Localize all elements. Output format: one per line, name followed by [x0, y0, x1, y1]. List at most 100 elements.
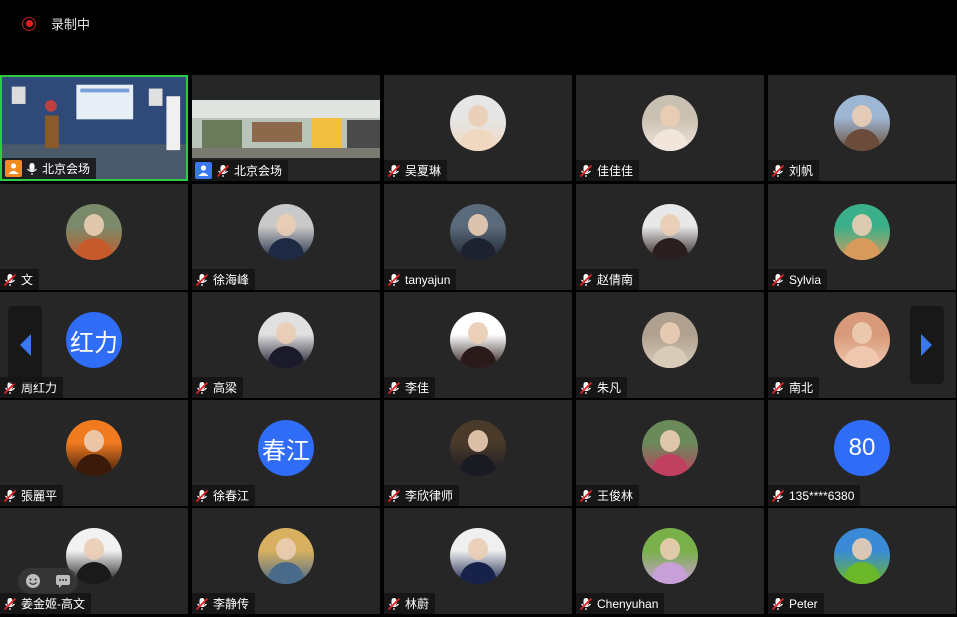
participant-name-tag: 北京会场: [192, 160, 289, 181]
avatar-body: [460, 562, 496, 584]
person-icon: [5, 160, 22, 177]
avatar-body: [652, 346, 688, 368]
muted-mic-icon: [387, 273, 401, 286]
avatar-initials: 80: [834, 420, 890, 476]
avatar-figure: [660, 105, 680, 127]
participant-name-tag: Sylvia: [768, 269, 828, 290]
participant-tile[interactable]: 吴夏琳: [384, 75, 572, 181]
participant-name: 李欣律师: [405, 489, 454, 503]
avatar-figure: [468, 105, 488, 127]
avatar-body: [652, 454, 688, 476]
participant-name: 徐海峰: [213, 273, 250, 287]
participant-tile[interactable]: 80 135****6380: [768, 400, 956, 506]
avatar: [834, 312, 890, 368]
avatar-figure: [660, 538, 680, 560]
participant-name: 林蔚: [405, 597, 430, 611]
emoji-icon[interactable]: [25, 573, 41, 589]
participant-tile[interactable]: 刘帆: [768, 75, 956, 181]
muted-mic-icon: [771, 164, 785, 177]
avatar-body: [76, 562, 112, 584]
participant-name-tag: 赵倩南: [576, 269, 640, 290]
avatar-figure: [660, 214, 680, 236]
chevron-right-icon: [921, 334, 932, 356]
avatar-initials: 春江: [258, 420, 314, 476]
participant-name: tanyajun: [405, 272, 451, 287]
muted-mic-icon: [771, 273, 785, 286]
avatar-figure: [852, 105, 872, 127]
participant-name-tag: 文: [0, 269, 40, 290]
participant-tile[interactable]: 李佳: [384, 292, 572, 398]
avatar: [450, 204, 506, 260]
top-bar: 录制中: [0, 0, 957, 75]
chat-icon[interactable]: [55, 573, 71, 589]
avatar-initials: 红力: [66, 312, 122, 368]
avatar-body: [844, 129, 880, 151]
participant-tile[interactable]: Peter: [768, 508, 956, 614]
muted-mic-icon: [771, 489, 785, 502]
next-page-button[interactable]: [910, 306, 944, 384]
previous-page-button[interactable]: [8, 306, 42, 384]
avatar: [642, 312, 698, 368]
participant-tile[interactable]: 文: [0, 184, 188, 290]
participant-tile[interactable]: 北京会场: [0, 75, 188, 181]
reaction-bar: [18, 568, 78, 594]
participant-name-tag: 吴夏琳: [384, 160, 448, 181]
participant-tile[interactable]: tanyajun: [384, 184, 572, 290]
participant-name-tag: 姜金姬-高文: [0, 593, 91, 614]
avatar: [258, 528, 314, 584]
participant-name-tag: 王俊林: [576, 485, 640, 506]
muted-mic-icon: [3, 273, 17, 286]
participant-tile[interactable]: 春江 徐春江: [192, 400, 380, 506]
avatar-figure: [276, 322, 296, 344]
participant-tile[interactable]: 張麗平: [0, 400, 188, 506]
avatar-body: [460, 129, 496, 151]
avatar-body: [268, 346, 304, 368]
avatar-body: [460, 346, 496, 368]
participant-name: 姜金姬-高文: [21, 597, 85, 611]
avatar-figure: [660, 322, 680, 344]
muted-mic-icon: [195, 273, 209, 286]
participant-tile[interactable]: 王俊林: [576, 400, 764, 506]
avatar-figure: [660, 430, 680, 452]
participant-name: Peter: [789, 596, 818, 611]
participant-name: 李静传: [213, 597, 250, 611]
avatar-body: [76, 238, 112, 260]
participant-tile[interactable]: 李欣律师: [384, 400, 572, 506]
muted-mic-icon: [3, 597, 17, 610]
participant-tile[interactable]: 李静传: [192, 508, 380, 614]
avatar-body: [844, 562, 880, 584]
office-room-video: [192, 100, 380, 158]
participant-name-tag: 135****6380: [768, 485, 861, 506]
avatar-body: [652, 562, 688, 584]
participant-tile[interactable]: 姜金姬-高文: [0, 508, 188, 614]
participant-tile[interactable]: 佳佳佳: [576, 75, 764, 181]
participant-name-tag: 李佳: [384, 377, 436, 398]
muted-mic-icon: [195, 489, 209, 502]
participant-name-tag: 刘帆: [768, 160, 820, 181]
avatar-figure: [468, 430, 488, 452]
avatar-body: [652, 129, 688, 151]
participant-tile[interactable]: 赵倩南: [576, 184, 764, 290]
participant-name: 佳佳佳: [597, 164, 634, 178]
chevron-left-icon: [20, 334, 31, 356]
participant-name: 張麗平: [21, 489, 58, 503]
muted-mic-icon: [387, 381, 401, 394]
participant-name-tag: Peter: [768, 593, 824, 614]
muted-mic-icon: [579, 381, 593, 394]
muted-mic-icon: [387, 164, 401, 177]
participant-tile[interactable]: 林蔚: [384, 508, 572, 614]
participant-name-tag: 徐海峰: [192, 269, 256, 290]
participant-tile[interactable]: Chenyuhan: [576, 508, 764, 614]
participant-tile[interactable]: 徐海峰: [192, 184, 380, 290]
avatar-figure: [84, 538, 104, 560]
participant-tile[interactable]: 北京会场: [192, 75, 380, 181]
muted-mic-icon: [771, 597, 785, 610]
participant-name-tag: 南北: [768, 377, 820, 398]
participant-tile[interactable]: 朱凡: [576, 292, 764, 398]
participant-tile[interactable]: 高梁: [192, 292, 380, 398]
participant-tile[interactable]: Sylvia: [768, 184, 956, 290]
avatar: [450, 95, 506, 151]
record-icon: [22, 16, 36, 31]
participant-name: 刘帆: [789, 164, 814, 178]
participant-name-tag: 北京会场: [2, 158, 97, 179]
